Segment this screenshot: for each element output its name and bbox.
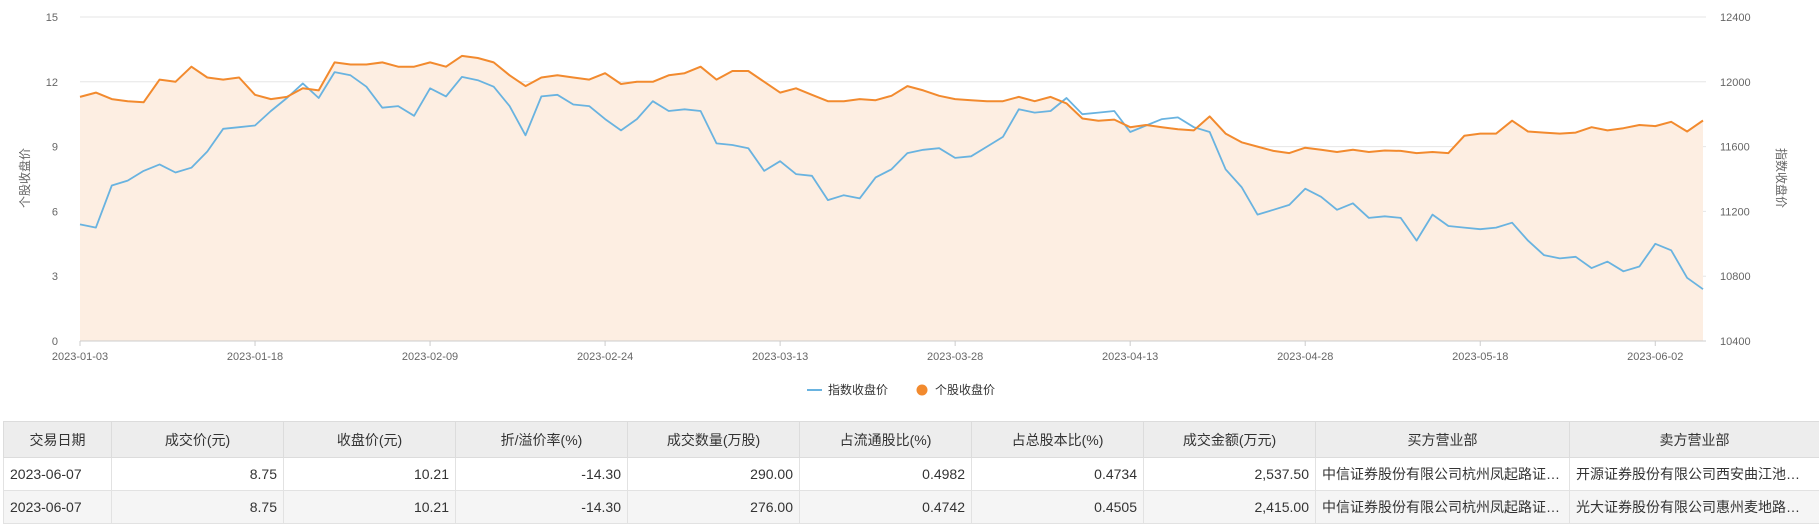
- stock-area-fill: [80, 56, 1703, 341]
- x-tick-label: 2023-01-18: [227, 351, 283, 363]
- column-header[interactable]: 卖方营业部: [1570, 422, 1819, 458]
- chart-legend[interactable]: 指数收盘价 个股收盘价: [807, 382, 995, 397]
- x-tick-label: 2023-06-02: [1627, 351, 1683, 363]
- legend-stock-label[interactable]: 个股收盘价: [935, 382, 995, 397]
- chart-area: 03691215 104001080011200116001200012400 …: [0, 0, 1819, 420]
- table-row[interactable]: 2023-06-078.7510.21-14.30276.000.47420.4…: [4, 491, 1819, 524]
- table-cell: -14.30: [456, 491, 628, 524]
- block-trade-table: 交易日期成交价(元)收盘价(元)折/溢价率(%)成交数量(万股)占流通股比(%)…: [3, 421, 1819, 524]
- column-header[interactable]: 占总股本比(%): [972, 422, 1144, 458]
- y-right-tick-label: 12000: [1720, 77, 1751, 89]
- y-right-tick-label: 12400: [1720, 12, 1751, 24]
- y-right-tick-label: 11600: [1720, 142, 1750, 154]
- y-left-tick-label: 15: [46, 12, 58, 24]
- column-header[interactable]: 交易日期: [4, 422, 112, 458]
- column-header[interactable]: 买方营业部: [1316, 422, 1570, 458]
- y-left-tick-label: 12: [46, 77, 58, 89]
- y-right-tick-label: 10800: [1720, 271, 1751, 283]
- y-left-tick-label: 6: [52, 206, 58, 218]
- y-left-tick-label: 3: [52, 271, 58, 283]
- table-cell: 2,537.50: [1144, 458, 1316, 491]
- legend-stock-marker: [917, 385, 928, 396]
- column-header[interactable]: 折/溢价率(%): [456, 422, 628, 458]
- table-cell: 8.75: [112, 458, 284, 491]
- y-axis-right: 10400 10800 11200 11600 12000 12400: [1720, 12, 1751, 348]
- table-cell: 10.21: [284, 491, 456, 524]
- x-tick-label: 2023-02-09: [402, 351, 458, 363]
- table-cell: 中信证券股份有限公司杭州凤起路证券营业部: [1316, 491, 1570, 524]
- column-header[interactable]: 成交价(元): [112, 422, 284, 458]
- x-tick-label: 2023-05-18: [1452, 351, 1508, 363]
- table-cell: 2,415.00: [1144, 491, 1316, 524]
- table-cell: 10.21: [284, 458, 456, 491]
- y-axis-right-label: 指数收盘价: [1774, 148, 1789, 208]
- column-header[interactable]: 成交金额(万元): [1144, 422, 1316, 458]
- table-cell: -14.30: [456, 458, 628, 491]
- x-tick-label: 2023-02-24: [577, 351, 633, 363]
- y-axis-left-label: 个股收盘价: [17, 148, 32, 208]
- table-header-row: 交易日期成交价(元)收盘价(元)折/溢价率(%)成交数量(万股)占流通股比(%)…: [4, 422, 1819, 458]
- x-tick-label: 2023-04-13: [1102, 351, 1158, 363]
- column-header[interactable]: 收盘价(元): [284, 422, 456, 458]
- y-axis-left: 0 3 6 9 12 15: [46, 12, 58, 348]
- dual-axis-line-chart: 03691215 104001080011200116001200012400 …: [0, 0, 1819, 420]
- table-cell: 开源证券股份有限公司西安曲江池东路证券营业部: [1570, 458, 1819, 491]
- table-cell: 2023-06-07: [4, 458, 112, 491]
- area-layer: [80, 56, 1703, 341]
- table-row[interactable]: 2023-06-078.7510.21-14.30290.000.49820.4…: [4, 458, 1819, 491]
- table-cell: 0.4982: [800, 458, 972, 491]
- table-cell: 0.4742: [800, 491, 972, 524]
- column-header[interactable]: 占流通股比(%): [800, 422, 972, 458]
- y-left-tick-label: 0: [52, 336, 58, 348]
- y-right-tick-label: 11200: [1720, 206, 1750, 218]
- x-tick-label: 2023-03-28: [927, 351, 983, 363]
- table-cell: 中信证券股份有限公司杭州凤起路证券营业部: [1316, 458, 1570, 491]
- table-cell: 2023-06-07: [4, 491, 112, 524]
- x-axis: 2023-01-03 2023-01-18 2023-02-09 2023-02-24…: [52, 341, 1706, 363]
- table-cell: 光大证券股份有限公司惠州麦地路证券营业部: [1570, 491, 1819, 524]
- x-tick-label: 2023-01-03: [52, 351, 108, 363]
- y-left-tick-label: 9: [52, 142, 58, 154]
- legend-index-label[interactable]: 指数收盘价: [828, 382, 888, 397]
- table-cell: 0.4734: [972, 458, 1144, 491]
- x-tick-label: 2023-03-13: [752, 351, 808, 363]
- x-tick-label: 2023-04-28: [1277, 351, 1333, 363]
- y-right-tick-label: 10400: [1720, 336, 1751, 348]
- table-cell: 8.75: [112, 491, 284, 524]
- table-cell: 0.4505: [972, 491, 1144, 524]
- column-header[interactable]: 成交数量(万股): [628, 422, 800, 458]
- table-cell: 276.00: [628, 491, 800, 524]
- table-cell: 290.00: [628, 458, 800, 491]
